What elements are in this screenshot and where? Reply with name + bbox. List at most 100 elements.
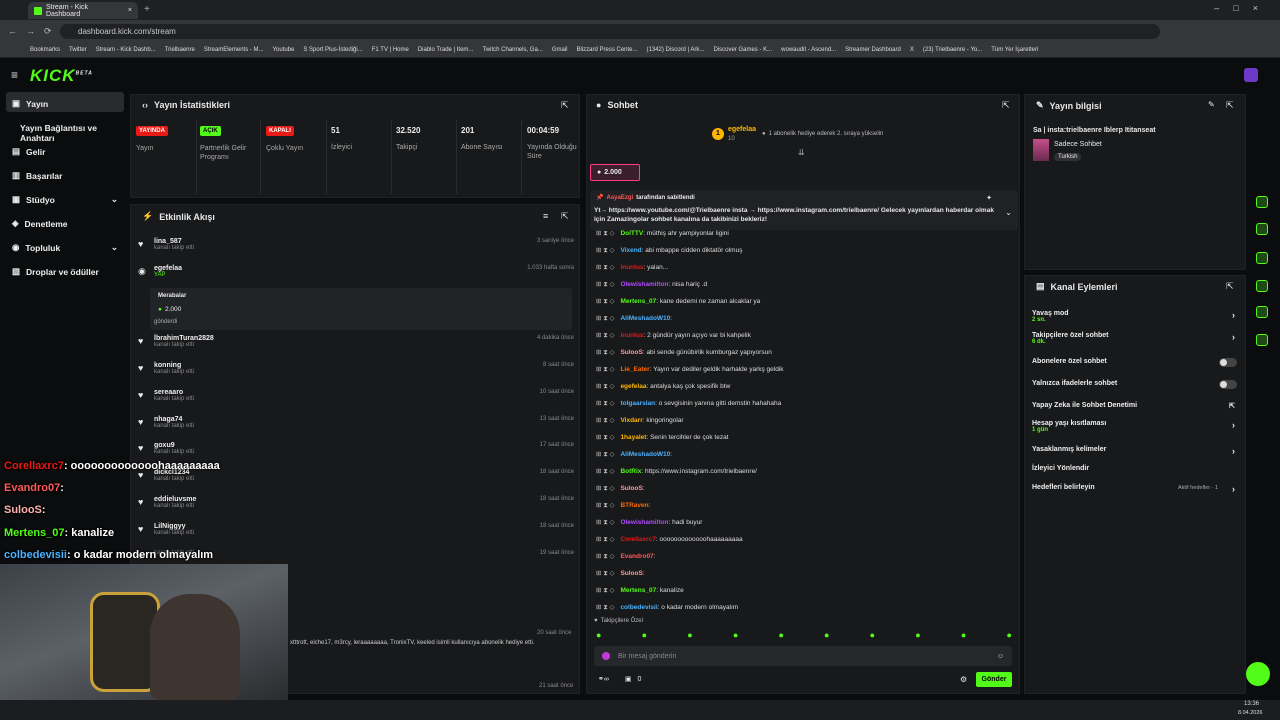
toolbar-icon[interactable] — [1256, 128, 1268, 140]
bookmark-item[interactable]: F1 TV | Home — [372, 47, 409, 53]
chat-mod-icons[interactable]: ⊞ ⧗ ◇ — [596, 281, 616, 288]
bookmark-item[interactable]: X — [910, 47, 914, 53]
emote-icon[interactable]: ● — [870, 630, 875, 640]
bookmark-item[interactable]: S Sport Plus-İstediği... — [303, 47, 362, 53]
chat-mod-icons[interactable]: ⊞ ⧗ ◇ — [596, 230, 616, 237]
chat-username[interactable]: colbedevisii — [620, 604, 657, 611]
toolbar-icon[interactable] — [1256, 362, 1268, 374]
toolbar-icon[interactable] — [1256, 223, 1268, 235]
chat-username[interactable]: DolTTV — [620, 230, 643, 237]
feed-name[interactable]: nhaga74 — [154, 416, 580, 423]
avatar[interactable] — [1244, 68, 1258, 82]
emoji-icon[interactable]: ☺ — [997, 653, 1004, 660]
toolbar-icon[interactable] — [1256, 280, 1268, 292]
sidebar-item-gelir[interactable]: ▤ Gelir — [12, 146, 45, 157]
chat-username[interactable]: egefelaa — [620, 383, 646, 390]
kicks-pill[interactable]: ● 2.000 — [590, 164, 640, 181]
chat-mod-icons[interactable]: ⊞ ⧗ ◇ — [596, 264, 616, 271]
action-item[interactable]: Yalnızca ifadelerle sohbet — [1032, 380, 1237, 389]
sidebar-item-yayin[interactable]: ▣ Yayın — [12, 98, 48, 109]
feed-name[interactable]: egefelaa — [154, 265, 580, 272]
bookmark-item[interactable]: Twitter — [69, 47, 87, 53]
emote-icon[interactable]: ● — [1006, 630, 1011, 640]
action-item[interactable]: Yapay Zeka ile Sohbet Denetimi ⇱ — [1032, 402, 1237, 410]
bookmark-item[interactable]: Tüm Yer İşaretleri — [991, 47, 1038, 53]
emote-icon[interactable]: ● — [687, 630, 692, 640]
chat-username[interactable]: SulooS — [620, 570, 642, 577]
feed-name[interactable]: lina_587 — [154, 238, 580, 245]
chat-username[interactable]: Olewishamilton — [620, 519, 668, 526]
toolbar-icon[interactable] — [1256, 168, 1268, 180]
collapse-icon[interactable]: ⇊ — [798, 148, 805, 157]
emote-icon[interactable]: ● — [733, 630, 738, 640]
chat-username[interactable]: Vixend — [620, 247, 641, 254]
chat-mod-icons[interactable]: ⊞ ⧗ ◇ — [596, 451, 616, 458]
action-item[interactable]: İzleyici Yönlendir — [1032, 465, 1237, 472]
feed-name[interactable]: eddieluvsme — [154, 496, 580, 503]
kick-logo[interactable]: KICKBETA — [30, 66, 93, 86]
bookmark-item[interactable]: Diablo Trade | Item... — [418, 47, 474, 53]
bookmark-item[interactable]: Youtube — [273, 47, 295, 53]
toolbar-icon[interactable] — [1256, 252, 1268, 264]
url-field[interactable]: dashboard.kick.com/stream — [60, 24, 1160, 39]
new-tab-icon[interactable]: + — [144, 4, 150, 15]
toolbar-icon[interactable] — [1256, 306, 1268, 318]
chat-bubble-button[interactable] — [1246, 662, 1270, 686]
popout-icon[interactable]: ⇱ — [561, 211, 569, 222]
chat-username[interactable]: BotRix — [620, 468, 641, 475]
category-name[interactable]: Sadece Sohbet — [1054, 141, 1102, 148]
bookmark-item[interactable]: Stream - Kick Dashb... — [96, 47, 156, 53]
feed-name[interactable]: sereaaro — [154, 389, 580, 396]
chat-username[interactable]: BTRaven — [620, 502, 648, 509]
chat-username[interactable]: inunlus — [620, 332, 643, 339]
chat-mod-icons[interactable]: ⊞ ⧗ ◇ — [596, 604, 616, 611]
bookmark-item[interactable]: StreamElements - M... — [204, 47, 264, 53]
chat-username[interactable]: tolgaarslan — [620, 400, 655, 407]
nav-buttons[interactable]: ←→⟳ — [8, 26, 61, 37]
action-item[interactable]: Abonelere özel sohbet — [1032, 358, 1237, 367]
chat-mod-icons[interactable]: ⊞ ⧗ ◇ — [596, 383, 616, 390]
pin-icon[interactable]: ✦ — [986, 194, 992, 202]
feed-name[interactable]: LilNiggyy — [154, 523, 580, 530]
chat-mod-icons[interactable]: ⊞ ⧗ ◇ — [596, 485, 616, 492]
chat-username[interactable]: Mertens_07 — [620, 587, 656, 594]
sidebar-item-basarilar[interactable]: ▥ Başarılar — [12, 170, 62, 181]
chat-mod-icons[interactable]: ⊞ ⧗ ◇ — [596, 553, 616, 560]
sidebar-item-topluluk[interactable]: ◉ Topluluk ⌄ — [12, 242, 118, 253]
chat-username[interactable]: Lie_Eater — [620, 366, 649, 373]
bookmark-item[interactable]: Bookmarks — [30, 47, 60, 53]
popout-icon[interactable]: ⇱ — [1226, 100, 1234, 111]
emote-icon[interactable]: ● — [961, 630, 966, 640]
emote-icon[interactable]: ● — [778, 630, 783, 640]
close-icon[interactable]: × — [128, 7, 132, 14]
emote-icon[interactable]: ● — [642, 630, 647, 640]
chat-mod-icons[interactable]: ⊞ ⧗ ◇ — [596, 536, 616, 543]
top-gifter[interactable]: egefelaa — [728, 126, 756, 133]
bookmark-item[interactable]: Discover Games - K... — [713, 47, 772, 53]
popout-icon[interactable]: ⇱ — [561, 100, 569, 111]
chevron-down-icon[interactable]: ⌄ — [1005, 208, 1012, 217]
emote-icon[interactable]: ● — [824, 630, 829, 640]
browser-tab[interactable]: Stream - Kick Dashboard × — [28, 2, 138, 19]
feed-name[interactable]: goxu9 — [154, 442, 580, 449]
chat-mod-icons[interactable]: ⊞ ⧗ ◇ — [596, 400, 616, 407]
chat-mod-icons[interactable]: ⊞ ⧗ ◇ — [596, 434, 616, 441]
chat-username[interactable]: Evandro07 — [620, 553, 653, 560]
sidebar-item-denetleme[interactable]: ◈ Denetleme — [12, 218, 68, 229]
chat-username[interactable]: inunlus — [620, 264, 643, 271]
chat-mod-icons[interactable]: ⊞ ⧗ ◇ — [596, 570, 616, 577]
emote-icon[interactable]: ● — [915, 630, 920, 640]
action-item[interactable]: Yasaklanmış kelimeler › — [1032, 446, 1237, 456]
chat-username[interactable]: Mertens_07 — [620, 298, 656, 305]
send-button[interactable]: Gönder — [976, 672, 1012, 687]
chat-mod-icons[interactable]: ⊞ ⧗ ◇ — [596, 298, 616, 305]
chat-username[interactable]: AliMeshadoW10 — [620, 315, 670, 322]
chat-input[interactable]: Bir mesaj gönderin ☺ — [594, 646, 1012, 666]
chat-footer-left[interactable]: ⚭∞ ▣ 0 — [598, 675, 641, 684]
bookmark-item[interactable]: Trielbaenre — [165, 47, 195, 53]
chat-mod-icons[interactable]: ⊞ ⧗ ◇ — [596, 315, 616, 322]
sidebar-item-stream-key[interactable]: Yayın Bağlantısı ve Anahtarı — [20, 123, 128, 143]
chat-mod-icons[interactable]: ⊞ ⧗ ◇ — [596, 366, 616, 373]
menu-icon[interactable]: ≡ — [11, 68, 18, 82]
bookmark-item[interactable]: Gmail — [552, 47, 568, 53]
